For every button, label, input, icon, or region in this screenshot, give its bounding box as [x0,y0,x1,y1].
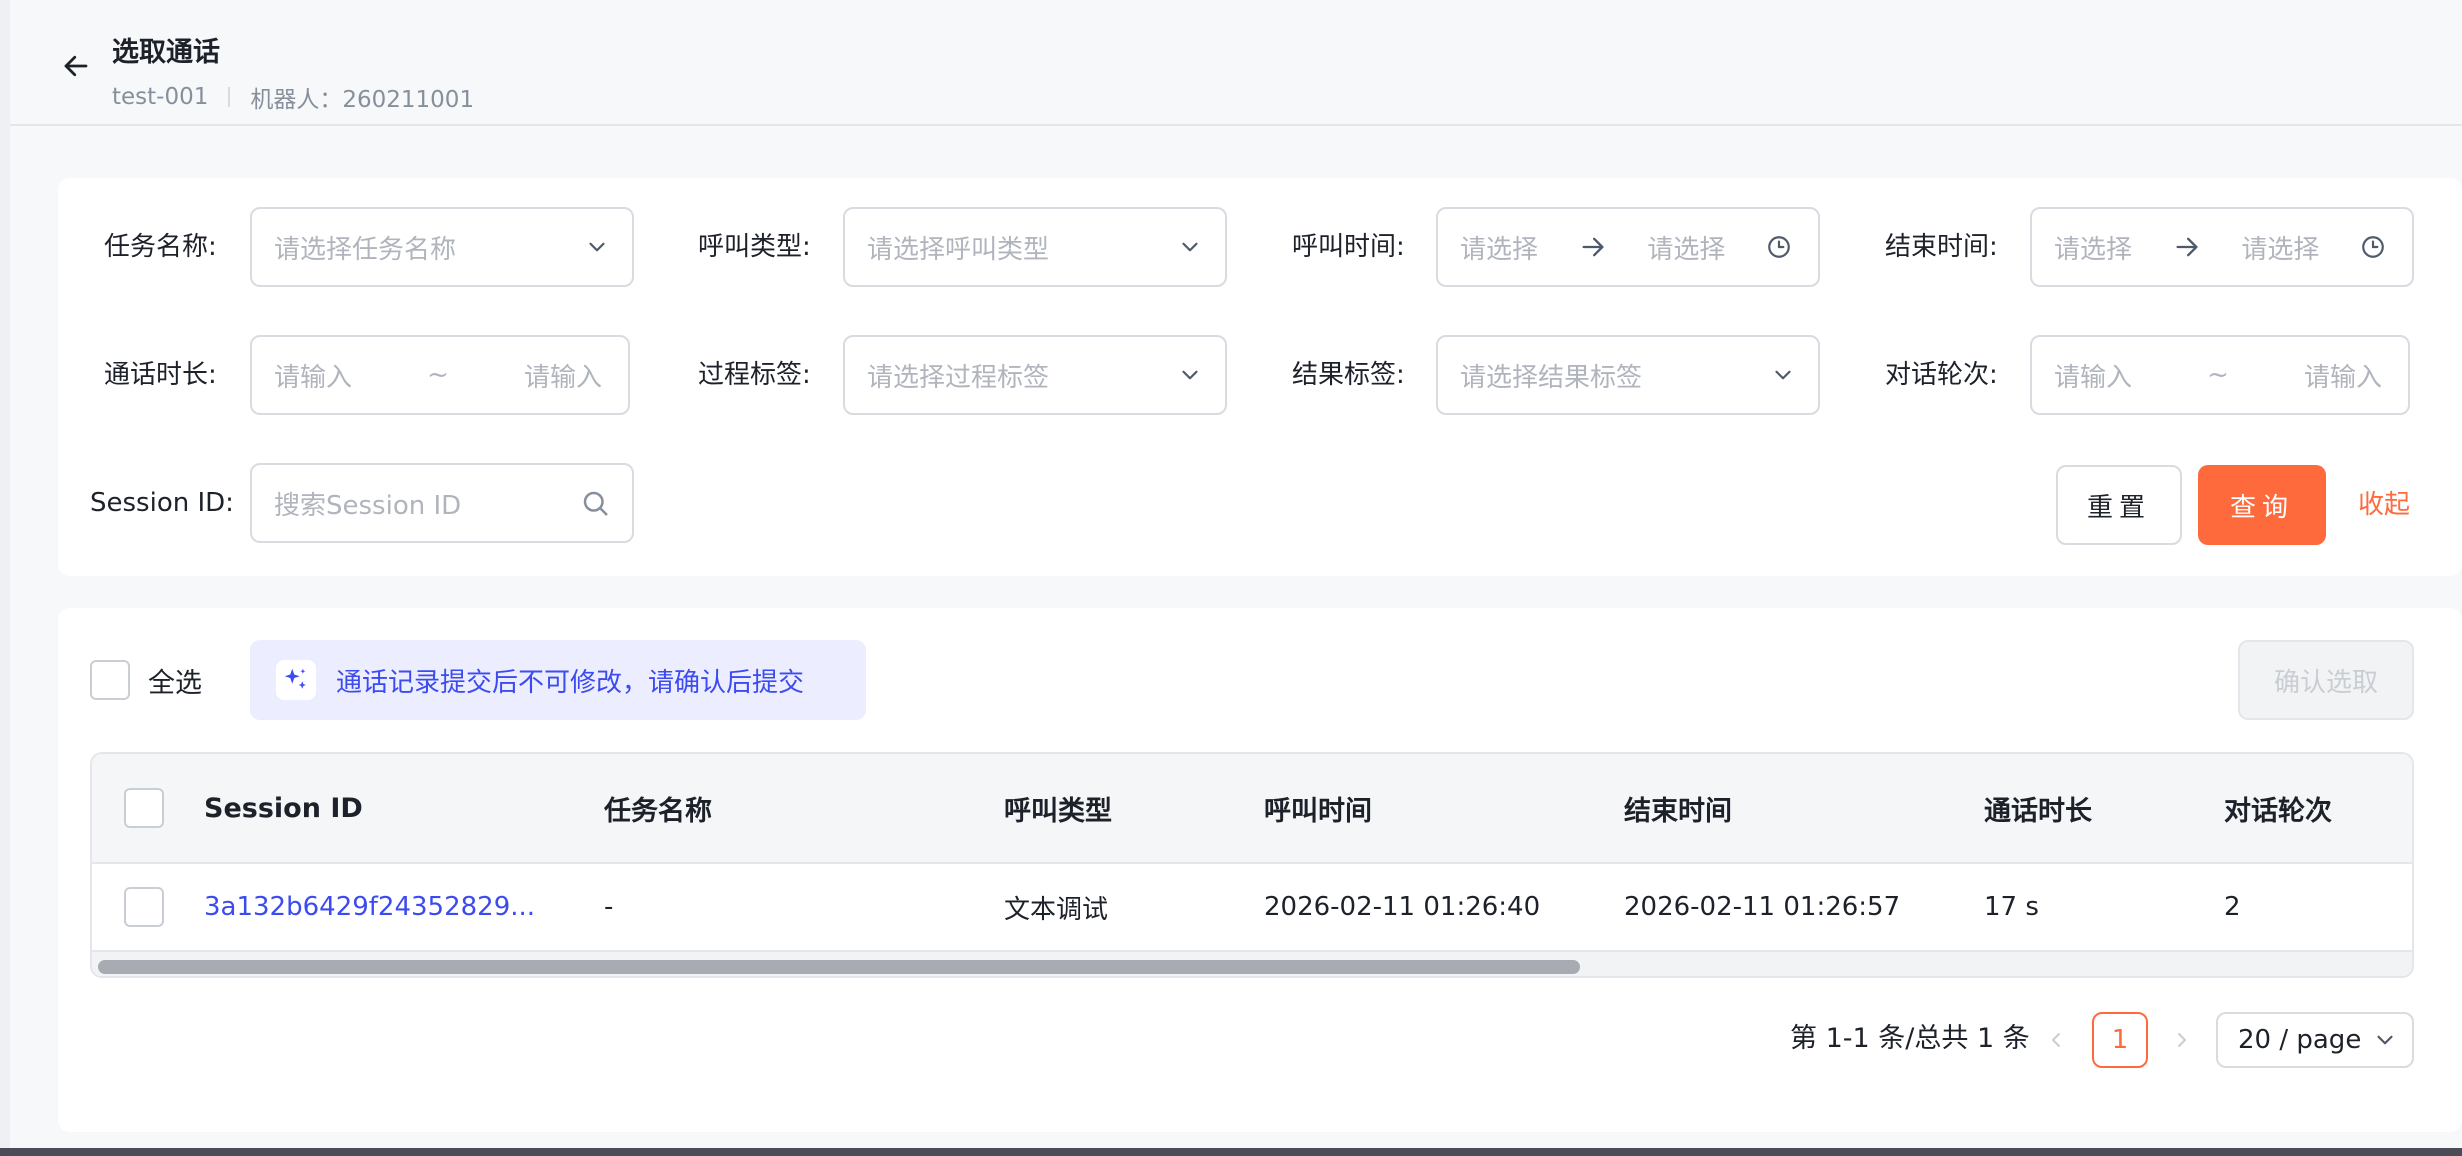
call-type-placeholder: 请选择呼叫类型 [867,234,1050,265]
row-checkbox[interactable] [124,887,164,927]
call-type-label: 呼叫类型: [698,232,811,262]
confirm-selection-button[interactable]: 确认选取 [2238,640,2414,720]
arrow-right-icon [2173,233,2201,261]
column-header-call-time[interactable]: 呼叫时间 [1264,754,1372,862]
end-time-cell: 2026-02-11 01:26:57 [1624,892,1901,922]
process-tag-label: 过程标签: [698,360,811,390]
session-id-placeholder: 搜索Session ID [274,490,462,521]
page-title: 选取通话 [112,37,220,68]
checkbox[interactable] [90,660,130,700]
column-header-session-id[interactable]: Session ID [204,754,363,862]
duration-min-input[interactable]: 请输入 [274,357,352,394]
chevron-right-icon [2178,1033,2186,1047]
result-tag-placeholder: 请选择结果标签 [1460,362,1643,393]
chevron-down-icon [1177,234,1203,260]
query-button[interactable]: 查询 [2198,465,2326,545]
call-time-end[interactable]: 请选择 [1647,229,1725,266]
back-button[interactable] [56,46,96,86]
process-tag-select[interactable]: 请选择过程标签 [843,335,1227,415]
scrollbar-thumb[interactable] [98,960,1580,974]
end-time-end[interactable]: 请选择 [2241,229,2319,266]
table-header: Session ID 任务名称 呼叫类型 呼叫时间 结束时间 通话时长 对话轮次 [92,754,2412,864]
chevron-down-icon [1770,362,1796,388]
table-row[interactable]: 3a132b6429f24352829... - 文本调试 2026-02-11… [92,864,2412,950]
rounds-cell: 2 [2224,892,2241,922]
page-number-1[interactable]: 1 [2092,1012,2148,1068]
select-all-checkbox[interactable]: 全选 [90,660,202,700]
call-type-select[interactable]: 请选择呼叫类型 [843,207,1227,287]
page-subtitle: test-001 机器人：260211001 [112,80,474,114]
rounds-max-input[interactable]: 请输入 [2304,357,2382,394]
row-checkbox-cell [124,864,164,950]
column-header-call-type[interactable]: 呼叫类型 [1004,754,1112,862]
page: 选取通话 test-001 机器人：260211001 任务名称: 请选择任务名… [0,0,2462,1156]
calls-table: Session ID 任务名称 呼叫类型 呼叫时间 结束时间 通话时长 对话轮次… [90,752,2414,978]
rounds-range-input[interactable]: 请输入 ~ 请输入 [2030,335,2410,415]
range-separator: ~ [427,360,449,390]
header-checkbox-cell [124,754,164,862]
call-time-label: 呼叫时间: [1292,232,1405,262]
session-id-search-input[interactable]: 搜索Session ID [250,463,634,543]
session-id-label: Session ID: [90,488,234,518]
chevron-down-icon [584,234,610,260]
clock-icon [2360,234,2386,260]
column-header-duration[interactable]: 通话时长 [1984,754,2092,862]
chevron-down-icon [1177,362,1203,388]
end-time-start[interactable]: 请选择 [2054,229,2132,266]
notice-banner: 通话记录提交后不可修改，请确认后提交 [250,640,866,720]
rounds-label: 对话轮次: [1885,360,1998,390]
range-separator: ~ [2207,360,2229,390]
search-icon[interactable] [580,488,610,518]
page-size-value: 20 / page [2238,1025,2362,1055]
chevron-left-icon [2052,1033,2060,1047]
prev-page-button[interactable] [2038,1020,2074,1060]
task-name-placeholder: 请选择任务名称 [274,234,457,265]
task-name-select[interactable]: 请选择任务名称 [250,207,634,287]
header-checkbox[interactable] [124,788,164,828]
task-name-label: 任务名称: [104,232,217,262]
call-time-start[interactable]: 请选择 [1460,229,1538,266]
clock-icon [1766,234,1792,260]
arrow-right-icon [1579,233,1607,261]
pagination-total: 第 1-1 条/总共 1 条 [1790,1023,2030,1054]
robot-id: 机器人：260211001 [250,87,475,113]
notice-text: 通话记录提交后不可修改，请确认后提交 [336,667,805,698]
column-header-end-time[interactable]: 结束时间 [1624,754,1732,862]
arrow-left-icon [64,55,88,77]
bottom-edge [0,1148,2462,1156]
duration-range-input[interactable]: 请输入 ~ 请输入 [250,335,630,415]
duration-max-input[interactable]: 请输入 [524,357,602,394]
call-time-range-picker[interactable]: 请选择 请选择 [1436,207,1820,287]
left-edge [0,0,10,1156]
session-id-link[interactable]: 3a132b6429f24352829... [204,864,535,950]
select-all-label: 全选 [148,667,202,699]
duration-label: 通话时长: [104,360,217,390]
end-time-label: 结束时间: [1885,232,1998,262]
task-code: test-001 [112,84,209,110]
column-header-rounds[interactable]: 对话轮次 [2224,754,2332,862]
rounds-min-input[interactable]: 请输入 [2054,357,2132,394]
reset-button[interactable]: 重置 [2056,465,2182,545]
next-page-button[interactable] [2164,1020,2200,1060]
end-time-range-picker[interactable]: 请选择 请选择 [2030,207,2414,287]
chevron-down-icon [2372,1027,2398,1053]
result-tag-label: 结果标签: [1292,360,1405,390]
process-tag-placeholder: 请选择过程标签 [867,362,1050,393]
result-tag-select[interactable]: 请选择结果标签 [1436,335,1820,415]
divider [228,87,231,107]
duration-cell: 17 s [1984,892,2039,922]
call-type-cell: 文本调试 [1004,894,1109,925]
horizontal-scrollbar[interactable] [92,950,2412,976]
sparkle-icon [276,660,316,700]
call-time-cell: 2026-02-11 01:26:40 [1264,892,1541,922]
page-size-select[interactable]: 20 / page [2216,1012,2414,1068]
collapse-link[interactable]: 收起 [2358,465,2410,545]
task-name-cell: - [604,892,614,922]
column-header-task-name[interactable]: 任务名称 [604,754,712,862]
